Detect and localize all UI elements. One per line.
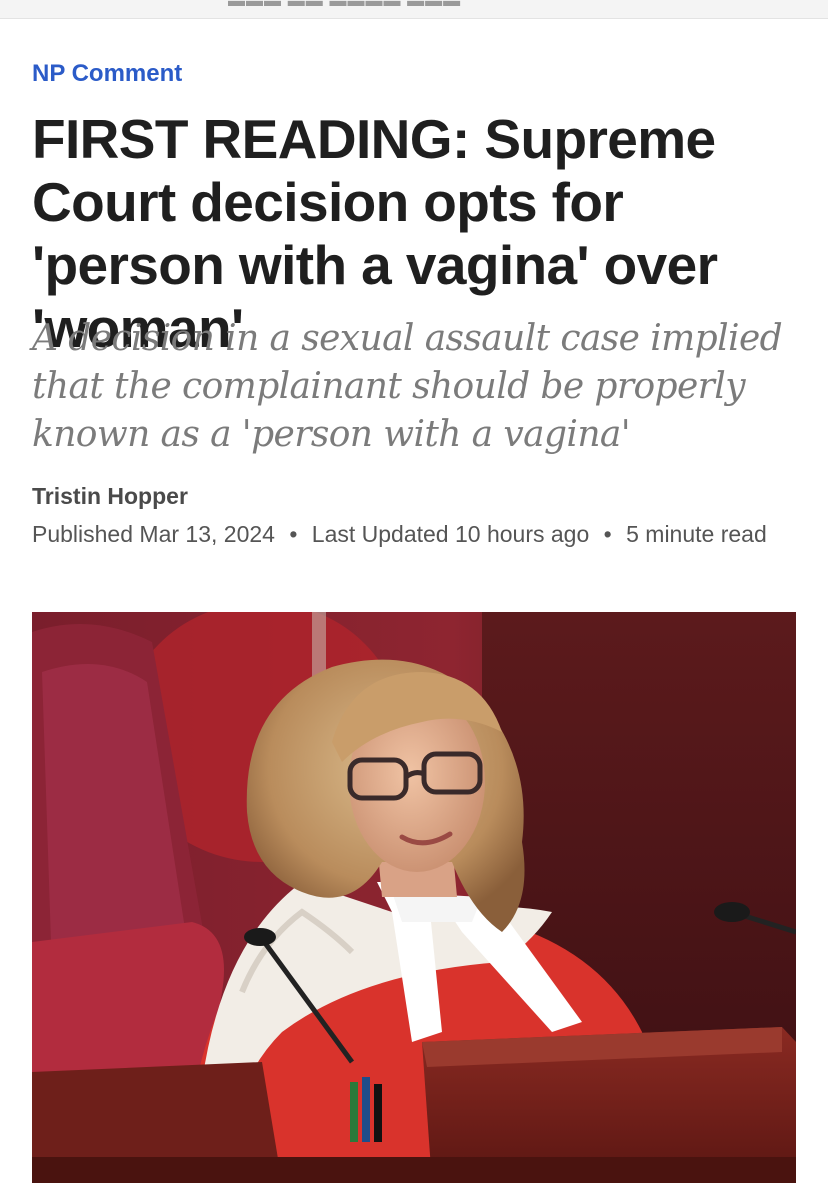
last-updated: Last Updated 10 hours ago: [311, 521, 590, 547]
meta-separator: •: [289, 521, 298, 547]
article-hero-image[interactable]: [32, 612, 796, 1183]
author-link[interactable]: Tristin Hopper: [32, 483, 188, 510]
article-dek: A decision in a sexual assault case impl…: [32, 318, 783, 455]
section-link-np-comment[interactable]: NP Comment: [32, 60, 182, 88]
published-date: Published Mar 13, 2024: [32, 521, 275, 547]
hero-photo-illustration: [32, 612, 796, 1183]
top-bar-cutoff: ▬▬▬ ▬▬ ▬▬▬▬ ▬▬▬: [0, 0, 828, 19]
article-meta: Published Mar 13, 2024 • Last Updated 10…: [32, 519, 802, 550]
read-time: 5 minute read: [626, 521, 767, 547]
meta-separator: •: [603, 521, 612, 547]
cropped-text: ▬▬▬ ▬▬ ▬▬▬▬ ▬▬▬: [228, 0, 462, 10]
